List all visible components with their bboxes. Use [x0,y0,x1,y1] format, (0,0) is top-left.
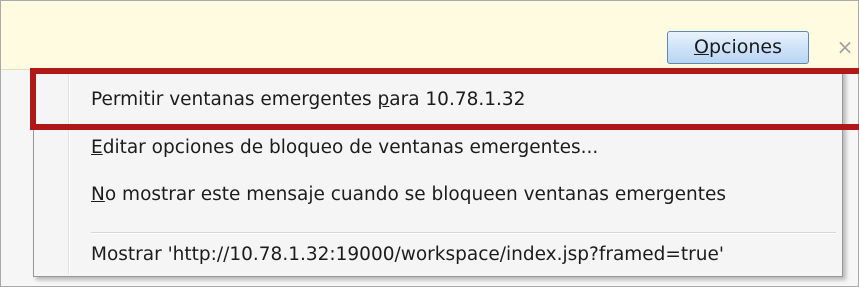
menu-item-text: ditar opciones de bloqueo de ventanas em… [102,137,599,158]
menu-item-text: o mostrar este mensaje cuando se bloquee… [104,184,727,205]
menu-item-text: Mostrar 'http://10.78.1.32:19000/workspa… [91,244,724,265]
popup-blocked-notification-bar: Opciones × [1,1,858,70]
menu-item-dont-show-message[interactable]: No mostrar este mensaje cuando se bloque… [91,176,726,214]
options-button-mnemonic: O [693,36,709,58]
close-icon[interactable]: × [834,36,856,58]
options-button-label: pciones [708,36,782,58]
highlight-annotation-box [30,68,859,130]
menu-item-edit-popup-blocking-options[interactable]: Editar opciones de bloqueo de ventanas e… [91,129,598,167]
menu-item-mnemonic: E [91,137,103,158]
options-button[interactable]: Opciones [667,31,809,64]
menu-item-show-url[interactable]: Mostrar 'http://10.78.1.32:19000/workspa… [91,236,724,274]
menu-item-mnemonic: N [91,184,105,205]
menu-separator [91,232,836,234]
